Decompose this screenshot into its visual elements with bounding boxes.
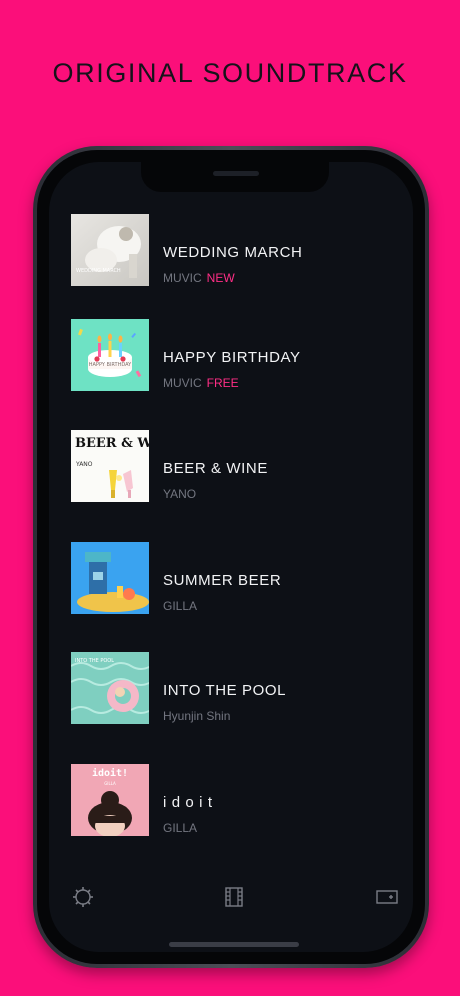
cover-text: WEDDING MARCH — [76, 268, 121, 274]
track-item-summer-beer[interactable]: SUMMER BEER GILLA — [71, 542, 371, 620]
film-icon — [225, 887, 243, 907]
phone-bezel: WEDDING MARCH WEDDING MARCH MUVIC NEW HA… — [37, 150, 425, 964]
cover-sub: GILLA — [104, 781, 116, 786]
track-artist: YANO — [163, 487, 197, 501]
tab-film[interactable] — [223, 886, 245, 908]
cover-text: idoit! — [92, 767, 128, 779]
notch — [141, 162, 329, 192]
tab-settings[interactable] — [72, 886, 94, 908]
track-title: BEER & WINE — [163, 460, 268, 477]
cover-text: INTO THE POOL — [75, 658, 114, 664]
album-cover[interactable]: WEDDING MARCH — [71, 214, 149, 286]
album-cover[interactable]: HAPPY BIRTHDAY — [71, 319, 149, 391]
track-title: INTO THE POOL — [163, 682, 287, 699]
track-item-idoit[interactable]: idoit! GILLA i d o i t GILLA — [71, 764, 371, 842]
track-artist: GILLA — [163, 821, 198, 835]
new-badge: NEW — [206, 271, 235, 285]
track-info: HAPPY BIRTHDAY MUVIC FREE — [163, 349, 301, 390]
track-info: SUMMER BEER GILLA — [163, 572, 281, 613]
track-item-beer-and-wine[interactable]: BEER & WINE YANO BEER & WINE YANO — [71, 430, 371, 508]
track-title: WEDDING MARCH — [163, 244, 303, 261]
track-item-wedding-march[interactable]: WEDDING MARCH WEDDING MARCH MUVIC NEW — [71, 214, 371, 292]
album-cover[interactable] — [71, 542, 149, 614]
settings-icon — [73, 887, 93, 907]
ticket-icon — [376, 890, 398, 904]
headline: ORIGINAL SOUNDTRACK — [52, 58, 408, 88]
home-indicator — [169, 942, 299, 947]
track-artist: GILLA — [163, 599, 198, 613]
track-info: BEER & WINE YANO — [163, 460, 268, 501]
album-cover[interactable]: idoit! GILLA — [71, 764, 149, 836]
cover-text: BEER & WINE — [75, 436, 149, 451]
track-info: WEDDING MARCH MUVIC NEW — [163, 244, 302, 285]
track-artist: MUVIC — [163, 271, 202, 285]
track-artist: MUVIC — [163, 376, 202, 390]
track-title: SUMMER BEER — [163, 572, 282, 589]
speaker — [213, 171, 259, 176]
cover-sub: YANO — [75, 461, 93, 468]
track-info: i d o i t GILLA — [163, 794, 213, 835]
track-info: INTO THE POOL Hyunjin Shin — [163, 682, 286, 723]
track-title: i d o i t — [163, 794, 213, 811]
phone-frame: WEDDING MARCH WEDDING MARCH MUVIC NEW HA… — [33, 146, 429, 968]
album-cover[interactable]: INTO THE POOL — [71, 652, 149, 724]
tab-ticket[interactable] — [376, 886, 398, 908]
track-artist: Hyunjin Shin — [163, 709, 231, 723]
track-title: HAPPY BIRTHDAY — [163, 349, 301, 366]
free-badge: FREE — [206, 376, 239, 390]
track-item-happy-birthday[interactable]: HAPPY BIRTHDAY HAPPY BIRTHDAY MUVIC FREE — [71, 319, 371, 397]
album-cover[interactable]: BEER & WINE YANO — [71, 430, 149, 502]
app-screen: WEDDING MARCH WEDDING MARCH MUVIC NEW HA… — [49, 162, 413, 952]
track-item-into-the-pool[interactable]: INTO THE POOL INTO THE POOL Hyunjin Shin — [71, 652, 371, 730]
cover-text: HAPPY BIRTHDAY — [89, 362, 132, 368]
